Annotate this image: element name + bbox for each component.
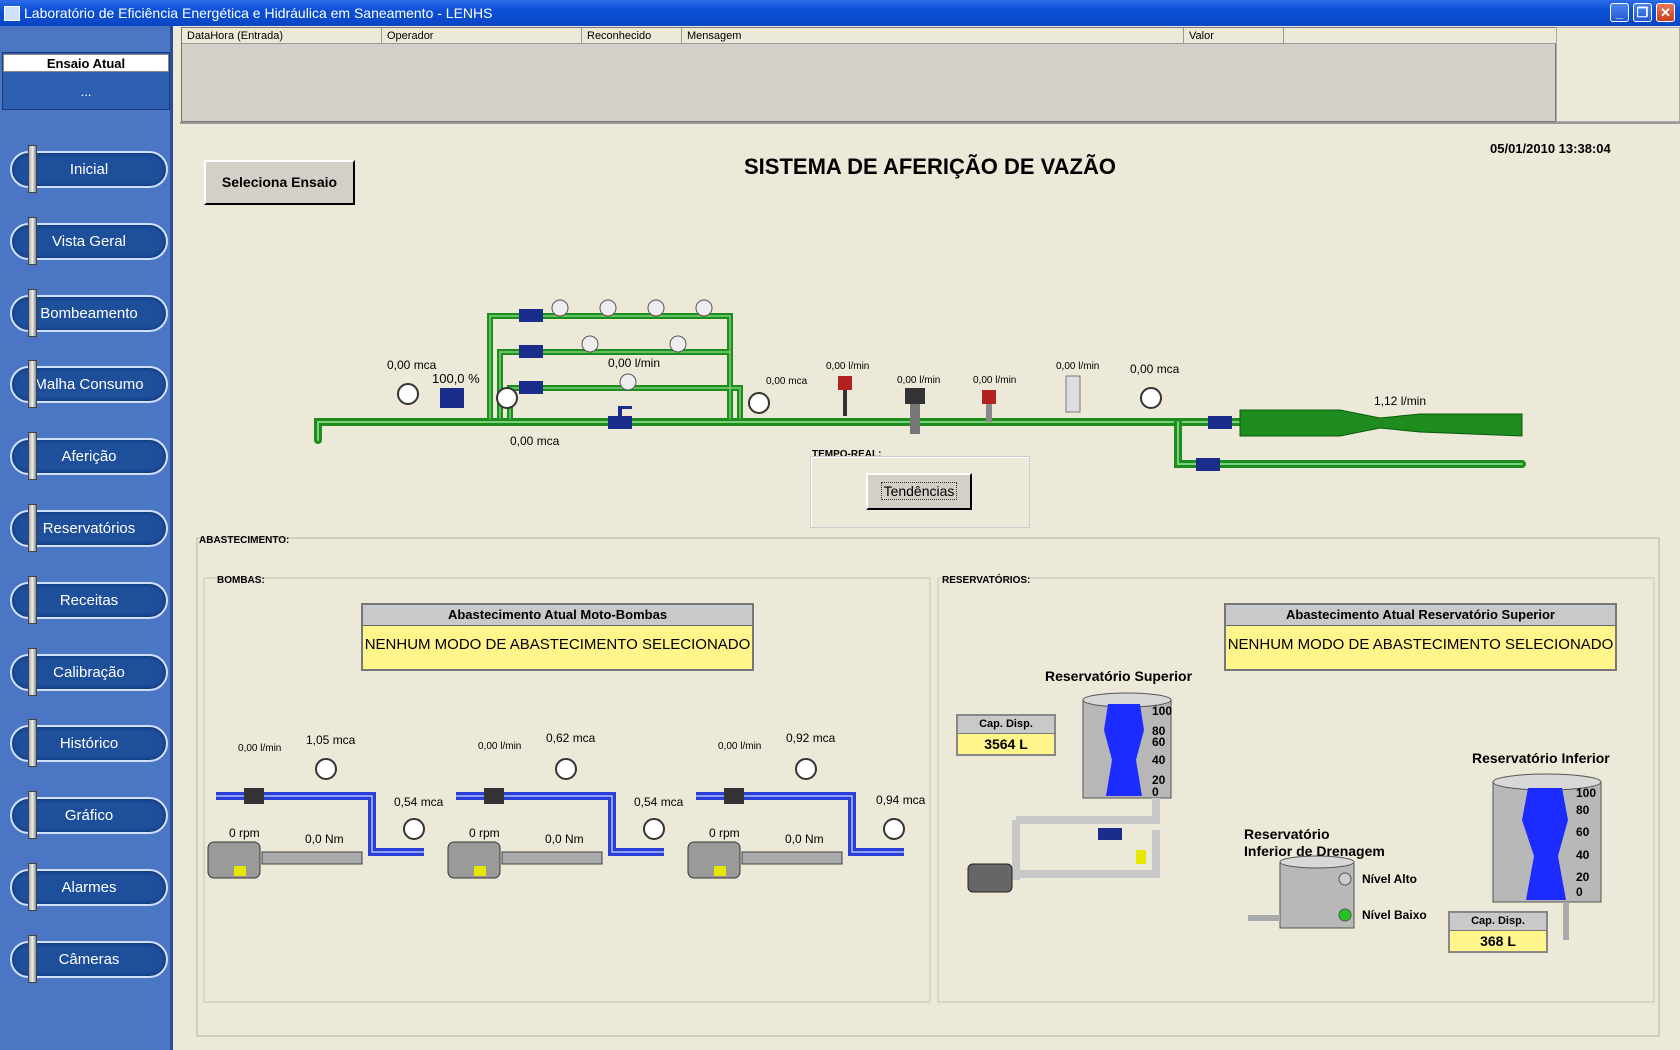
pump2-rpm: 0 rpm — [469, 826, 500, 840]
tendencias-button[interactable]: Tendências — [866, 473, 972, 510]
pump-supply-title: Abastecimento Atual Moto-Bombas — [363, 605, 752, 626]
branch-flow-label: 0,00 l/min — [608, 356, 661, 370]
reservoir-supply-value: NENHUM MODO DE ABASTECIMENTO SELECIONADO — [1227, 636, 1614, 653]
pressure-left-label: 0,00 mca — [387, 358, 437, 372]
pressure-right-label: 0,00 mca — [1130, 362, 1180, 376]
reservatorio-drenagem-tank — [1248, 855, 1355, 929]
reservoir-supply-title: Abastecimento Atual Reservatório Superio… — [1226, 605, 1615, 626]
flow-4-label: 0,00 l/min — [1056, 361, 1100, 372]
pump3-pressure-in: 0,92 mca — [786, 731, 836, 745]
pump2-torque: 0,0 Nm — [545, 832, 584, 846]
pressure-bottom-label: 0,00 mca — [510, 434, 560, 448]
inferior-cap-value: 368 L — [1480, 933, 1516, 949]
superior-cap-label: Cap. Disp. — [958, 716, 1054, 734]
pump1-rpm: 0 rpm — [229, 826, 260, 840]
pump-group-2 — [447, 758, 665, 879]
pump3-torque: 0,0 Nm — [785, 832, 824, 846]
reservatorios-label: RESERVATÓRIOS: — [942, 575, 1031, 586]
flow-2-label: 0,00 l/min — [897, 375, 941, 386]
pump3-rpm: 0 rpm — [709, 826, 740, 840]
pump2-pressure-in: 0,62 mca — [546, 731, 596, 745]
pump3-pressure-out: 0,94 mca — [876, 793, 926, 807]
superior-scale-60: 60 — [1152, 735, 1166, 749]
pump-supply-value: NENHUM MODO DE ABASTECIMENTO SELECIONADO — [364, 636, 751, 653]
flow-1-label: 0,00 l/min — [826, 361, 870, 372]
superior-cap-value: 3564 L — [984, 736, 1028, 752]
reservatorio-drenagem-title-2: Inferior de Drenagem — [1244, 843, 1385, 859]
reservoir-supply-panel: Abastecimento Atual Reservatório Superio… — [1224, 603, 1617, 671]
pump2-pressure-out: 0,54 mca — [634, 795, 684, 809]
outlet-venturi — [1239, 409, 1523, 437]
outlet-flow-label: 1,12 l/min — [1374, 394, 1427, 408]
inferior-cap-box: Cap. Disp. 368 L — [1448, 911, 1548, 953]
pump1-pressure-out: 0,54 mca — [394, 795, 444, 809]
reservatorio-superior-title: Reservatório Superior — [1045, 668, 1193, 684]
pump1-torque: 0,0 Nm — [305, 832, 344, 846]
flow-3-label: 0,00 l/min — [973, 375, 1017, 386]
abastecimento-label: ABASTECIMENTO: — [199, 535, 290, 546]
nivel-baixo-label: Nível Baixo — [1362, 908, 1427, 922]
superior-scale-0: 0 — [1152, 785, 1159, 799]
inferior-scale-40: 40 — [1576, 848, 1590, 862]
reservatorio-drenagem-title-1: Reservatório — [1244, 826, 1330, 842]
reservatorio-inferior-title: Reservatório Inferior — [1472, 750, 1610, 766]
tendencias-button-label: Tendências — [880, 482, 958, 500]
pump-group-1 — [207, 758, 425, 879]
pump1-flow: 0,00 l/min — [238, 743, 282, 754]
inferior-scale-80: 80 — [1576, 803, 1590, 817]
bombas-label: BOMBAS: — [217, 575, 265, 586]
superior-cap-box: Cap. Disp. 3564 L — [956, 714, 1056, 756]
pump1-pressure-in: 1,05 mca — [306, 733, 356, 747]
control-valve-icon — [440, 388, 464, 408]
pressure-mid-label: 0,00 mca — [766, 376, 808, 387]
inferior-scale-100: 100 — [1576, 786, 1597, 800]
superior-scale-40: 40 — [1152, 753, 1166, 767]
inferior-scale-20: 20 — [1576, 870, 1590, 884]
pump3-flow: 0,00 l/min — [718, 741, 762, 752]
pump2-flow: 0,00 l/min — [478, 741, 522, 752]
superior-scale-100: 100 — [1152, 704, 1173, 718]
inferior-cap-label: Cap. Disp. — [1450, 913, 1546, 931]
nivel-alto-label: Nível Alto — [1362, 872, 1417, 886]
inferior-scale-60: 60 — [1576, 825, 1590, 839]
inferior-scale-0: 0 — [1576, 885, 1583, 899]
pump-supply-panel: Abastecimento Atual Moto-Bombas NENHUM M… — [361, 603, 754, 671]
valve-percent-label: 100,0 % — [432, 371, 480, 386]
pump-group-3 — [687, 758, 905, 879]
